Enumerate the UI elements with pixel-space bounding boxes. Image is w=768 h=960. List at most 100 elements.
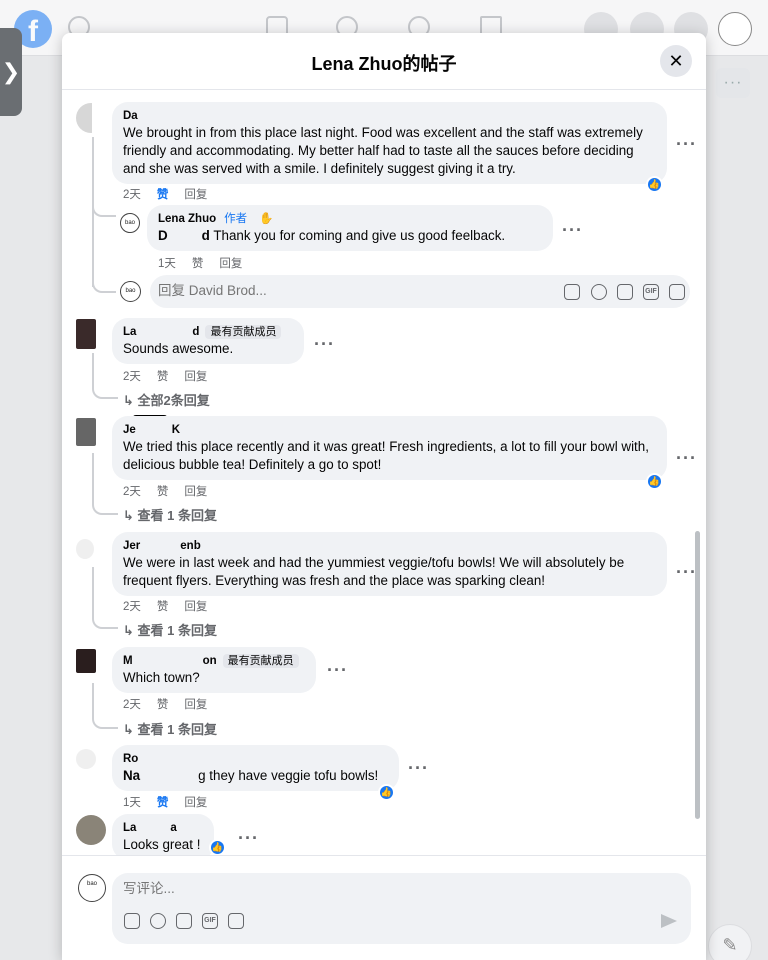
- avatar[interactable]: [76, 418, 96, 446]
- reply-actions: 1天 赞 回复: [158, 255, 258, 271]
- page-avatar[interactable]: bao: [120, 213, 140, 233]
- mention[interactable]: D: [158, 228, 168, 243]
- comment-bubble: Da We brought in from this place last ni…: [112, 102, 667, 184]
- reply-button[interactable]: 回复: [184, 371, 207, 383]
- avatar-sticker-icon[interactable]: [124, 913, 140, 929]
- author-name-tail[interactable]: enb: [180, 540, 200, 552]
- mention-tail[interactable]: d: [202, 228, 210, 243]
- avatar[interactable]: [76, 815, 106, 845]
- author-name[interactable]: M: [123, 655, 133, 667]
- top-contributor-badge: 最有贡献成员: [222, 654, 299, 668]
- author-name-tail[interactable]: K: [172, 424, 180, 436]
- emoji-icon[interactable]: [150, 913, 166, 929]
- comment-options-icon[interactable]: ···: [327, 661, 348, 679]
- view-replies-link[interactable]: ↳ 全部2条回复: [123, 390, 210, 409]
- gif-icon[interactable]: GIF: [643, 284, 659, 300]
- reply-button[interactable]: 回复: [184, 601, 207, 613]
- comment-options-icon[interactable]: ···: [676, 449, 697, 467]
- comment-text: We brought in from this place last night…: [123, 125, 643, 176]
- view-replies-link[interactable]: ↳ 查看 1 条回复: [123, 505, 217, 524]
- reply-button[interactable]: 回复: [184, 797, 207, 809]
- like-button[interactable]: 赞: [157, 371, 169, 383]
- author-name-tail[interactable]: d: [192, 326, 199, 338]
- comment-options-icon[interactable]: ···: [676, 135, 697, 153]
- author-name-tail[interactable]: a: [170, 822, 176, 834]
- expand-sidebar-chevron-icon[interactable]: ❯: [0, 28, 22, 116]
- avatar-sticker-icon[interactable]: [564, 284, 580, 300]
- view-replies-label: 查看 1 条回复: [137, 623, 217, 638]
- avatar[interactable]: [76, 649, 96, 673]
- like-reaction-icon[interactable]: 👍: [646, 176, 663, 193]
- avatar[interactable]: [76, 749, 96, 769]
- reply-button[interactable]: 回复: [184, 189, 207, 201]
- modal-header: Lena Zhuo的帖子 ✕: [62, 33, 706, 90]
- comment-time[interactable]: 2天: [123, 486, 141, 498]
- wave-icon: ✋: [259, 213, 274, 225]
- comment-input[interactable]: [123, 881, 603, 896]
- comment-time[interactable]: 2天: [123, 371, 141, 383]
- view-replies-link[interactable]: ↳ 查看 1 条回复: [123, 620, 217, 639]
- profile-avatar[interactable]: [718, 12, 752, 46]
- author-tag: 作者: [224, 213, 248, 225]
- reply-options-icon[interactable]: ···: [562, 221, 583, 239]
- comment-time[interactable]: 2天: [123, 601, 141, 613]
- sticker-icon[interactable]: [669, 284, 685, 300]
- reply-button[interactable]: 回复: [219, 258, 242, 270]
- reply-arrow-icon: ↳: [123, 722, 138, 737]
- comment-actions: 2天 赞 回复: [123, 696, 223, 712]
- comment-bubble: La d 最有贡献成员 Sounds awesome.: [112, 318, 304, 364]
- thread-connector: [92, 185, 116, 217]
- send-icon[interactable]: [661, 914, 677, 928]
- reply-text: Thank you for coming and give us good fe…: [209, 228, 506, 243]
- comment-time[interactable]: 2天: [123, 189, 141, 201]
- comment-time[interactable]: 2天: [123, 699, 141, 711]
- reply-input[interactable]: [158, 283, 478, 298]
- comment-text: Looks great !: [123, 837, 201, 852]
- current-user-avatar[interactable]: bao: [120, 281, 141, 302]
- comment-author[interactable]: Ro: [123, 751, 388, 767]
- like-reaction-icon[interactable]: 👍: [378, 784, 395, 801]
- avatar[interactable]: [76, 319, 96, 349]
- author-name[interactable]: Jer: [123, 540, 140, 552]
- reply-time[interactable]: 1天: [158, 258, 176, 270]
- author-name-tail[interactable]: on: [203, 655, 217, 667]
- comment-time[interactable]: 1天: [123, 797, 141, 809]
- reply-arrow-icon: ↳: [123, 508, 138, 523]
- comment-actions: 2天 赞 回复: [123, 368, 223, 384]
- comment-options-icon[interactable]: ···: [238, 829, 259, 847]
- comment-author: Jer enb: [123, 538, 656, 554]
- author-name[interactable]: La: [123, 326, 136, 338]
- like-reaction-icon[interactable]: 👍: [646, 473, 663, 490]
- reply-button[interactable]: 回复: [184, 486, 207, 498]
- like-button[interactable]: 赞: [157, 189, 169, 201]
- comment-author[interactable]: Da: [123, 108, 656, 124]
- like-button[interactable]: 赞: [157, 486, 169, 498]
- author-name[interactable]: La: [123, 822, 136, 834]
- view-replies-label: 全部2条回复: [137, 393, 210, 408]
- sticker-icon[interactable]: [228, 913, 244, 929]
- comment-text: We tried this place recently and it was …: [123, 439, 649, 472]
- camera-icon[interactable]: [176, 913, 192, 929]
- reply-author-name[interactable]: Lena Zhuo: [158, 213, 216, 225]
- comment-options-icon[interactable]: ···: [676, 563, 697, 581]
- close-button[interactable]: ✕: [660, 45, 692, 77]
- like-button[interactable]: 赞: [157, 797, 169, 809]
- like-reaction-icon[interactable]: 👍: [209, 839, 226, 856]
- gif-icon[interactable]: GIF: [202, 913, 218, 929]
- new-message-icon[interactable]: ✎: [708, 924, 752, 960]
- view-replies-link[interactable]: ↳ 查看 1 条回复: [123, 719, 217, 738]
- comment-text: Which town?: [123, 670, 200, 685]
- like-button[interactable]: 赞: [157, 699, 169, 711]
- current-user-avatar[interactable]: bao: [78, 874, 106, 902]
- author-name[interactable]: Je: [123, 424, 136, 436]
- camera-icon[interactable]: [617, 284, 633, 300]
- like-button[interactable]: 赞: [192, 258, 204, 270]
- like-button[interactable]: 赞: [157, 601, 169, 613]
- reply-button[interactable]: 回复: [184, 699, 207, 711]
- more-options-button[interactable]: ···: [716, 68, 750, 98]
- comment-actions: 2天 赞 回复: [123, 186, 223, 202]
- avatar[interactable]: [76, 539, 94, 559]
- comment-options-icon[interactable]: ···: [314, 335, 335, 353]
- emoji-icon[interactable]: [591, 284, 607, 300]
- comment-options-icon[interactable]: ···: [408, 759, 429, 777]
